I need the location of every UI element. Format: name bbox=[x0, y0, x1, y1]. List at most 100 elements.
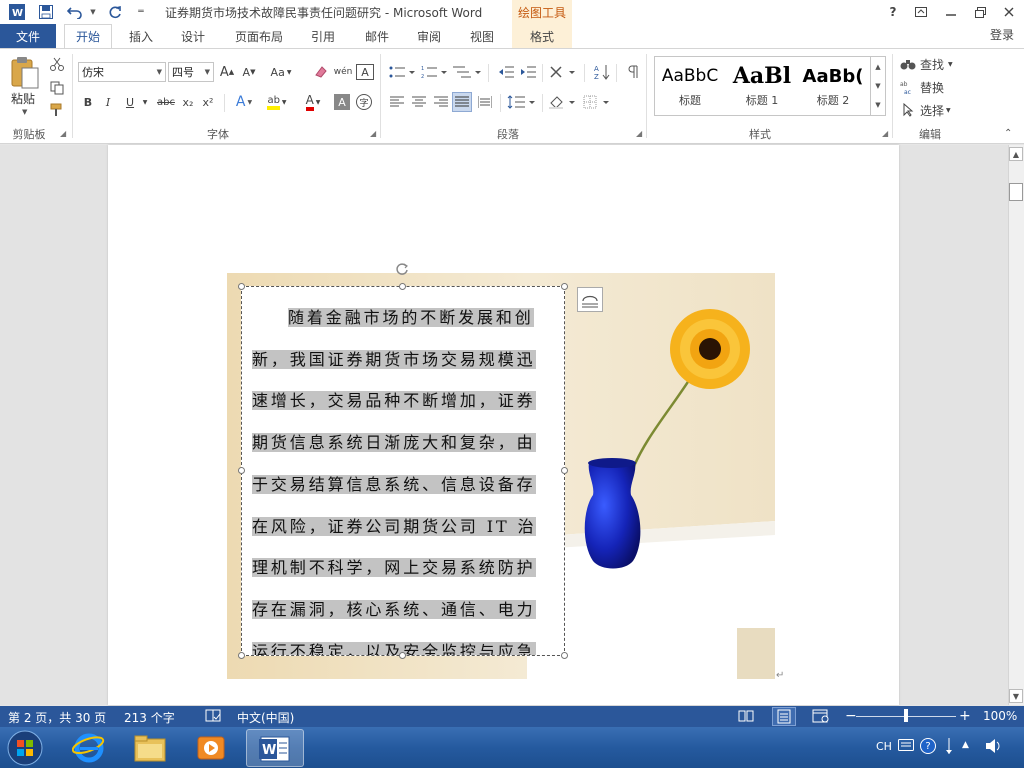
borders-icon[interactable] bbox=[582, 92, 612, 112]
tab-review[interactable]: 审阅 bbox=[408, 24, 450, 48]
paste-icon[interactable] bbox=[10, 56, 42, 90]
align-center-icon[interactable] bbox=[410, 92, 428, 112]
paste-button[interactable]: 粘贴 bbox=[11, 90, 35, 107]
bullets-icon[interactable] bbox=[388, 62, 416, 82]
keyboard-icon[interactable] bbox=[898, 739, 914, 754]
redo-icon[interactable] bbox=[106, 3, 124, 21]
zoom-in-button[interactable]: + bbox=[959, 708, 971, 724]
selected-text[interactable]: 随着金融市场的不断发展和创新，我国证券期货市场交易规模迅速增长，交易品种不断增加… bbox=[252, 308, 537, 655]
sort-icon[interactable]: AZ bbox=[592, 62, 612, 82]
find-button[interactable]: 查找 ▼ bbox=[900, 54, 962, 74]
word-app-icon[interactable]: W bbox=[8, 3, 26, 21]
ime-indicator[interactable]: CH bbox=[876, 740, 892, 753]
style-heading-2[interactable]: AaBb( 标题 2 bbox=[800, 60, 866, 112]
scroll-up-icon[interactable]: ▲ bbox=[1009, 147, 1023, 161]
resize-handle-top-right[interactable] bbox=[561, 283, 568, 290]
resize-handle-bottom-left[interactable] bbox=[238, 652, 245, 659]
scroll-down-icon[interactable]: ▼ bbox=[1009, 689, 1023, 703]
styles-scroll[interactable]: ▲ ▼ ▼ bbox=[870, 57, 885, 115]
undo-dropdown-icon[interactable]: ▼ bbox=[84, 3, 102, 21]
font-size-combo[interactable]: 四号 ▼ bbox=[168, 62, 214, 82]
text-box-content[interactable]: 随着金融市场的不断发展和创新，我国证券期货市场交易规模迅速增长，交易品种不断增加… bbox=[252, 297, 554, 655]
font-name-combo[interactable]: 仿宋 ▼ bbox=[78, 62, 166, 82]
ribbon-display-options-button[interactable] bbox=[908, 2, 934, 22]
show-hidden-icons-icon[interactable]: ▲ bbox=[962, 740, 969, 750]
justify-icon[interactable] bbox=[452, 92, 472, 112]
language-indicator[interactable]: 中文(中国) bbox=[237, 709, 294, 726]
more-styles-icon[interactable]: ▼ bbox=[875, 101, 880, 109]
proofing-icon[interactable] bbox=[205, 709, 221, 723]
vertical-scrollbar[interactable] bbox=[1008, 145, 1024, 705]
show-formatting-marks-icon[interactable] bbox=[624, 62, 642, 82]
superscript-button[interactable]: x² bbox=[200, 92, 216, 112]
tab-view[interactable]: 视图 bbox=[460, 24, 504, 48]
tab-references[interactable]: 引用 bbox=[302, 24, 344, 48]
underline-button[interactable]: U bbox=[122, 92, 138, 112]
customize-qat-icon[interactable]: ═ bbox=[132, 3, 150, 21]
minimize-button[interactable] bbox=[938, 2, 964, 22]
scroll-up-icon[interactable]: ▲ bbox=[875, 63, 880, 71]
phonetic-guide-button[interactable]: wén bbox=[334, 62, 353, 82]
collapse-ribbon-icon[interactable]: ⌃ bbox=[1004, 128, 1012, 139]
character-border-button[interactable]: A bbox=[356, 64, 374, 80]
sign-in-link[interactable]: 登录 bbox=[990, 26, 1014, 43]
tab-format[interactable]: 格式 bbox=[512, 24, 572, 48]
grow-font-button[interactable]: A ▲ bbox=[218, 62, 236, 82]
tab-home[interactable]: 开始 bbox=[64, 24, 112, 48]
italic-button[interactable]: I bbox=[100, 92, 116, 112]
highlight-color-button[interactable]: ab ▼ bbox=[262, 92, 292, 112]
cut-icon[interactable] bbox=[48, 54, 66, 74]
scroll-thumb[interactable] bbox=[1009, 183, 1023, 201]
paste-dropdown-icon[interactable]: ▼ bbox=[22, 108, 27, 116]
text-box[interactable]: 随着金融市场的不断发展和创新，我国证券期货市场交易规模迅速增长，交易品种不断增加… bbox=[241, 286, 565, 656]
read-mode-icon[interactable] bbox=[738, 709, 754, 726]
ime-options-icon[interactable] bbox=[944, 736, 954, 759]
close-button[interactable] bbox=[996, 2, 1022, 22]
word-taskbar-button[interactable]: W bbox=[246, 729, 304, 767]
internet-explorer-icon[interactable] bbox=[71, 731, 106, 765]
page-count[interactable]: 第 2 页，共 30 页 bbox=[8, 709, 106, 726]
word-count[interactable]: 213 个字 bbox=[124, 709, 175, 726]
volume-icon[interactable] bbox=[984, 738, 1002, 757]
zoom-level[interactable]: 100% bbox=[983, 709, 1017, 723]
numbering-icon[interactable]: 12 bbox=[420, 62, 448, 82]
distributed-align-icon[interactable] bbox=[476, 92, 494, 112]
media-player-icon[interactable] bbox=[194, 731, 228, 765]
increase-indent-icon[interactable] bbox=[518, 62, 538, 82]
tab-page-layout[interactable]: 页面布局 bbox=[226, 24, 292, 48]
help-button[interactable]: ? bbox=[880, 2, 906, 22]
style-title[interactable]: AaBbC 标题 bbox=[656, 60, 724, 112]
rotate-handle-icon[interactable] bbox=[395, 262, 409, 276]
paragraph-launcher-icon[interactable]: ◢ bbox=[636, 129, 642, 138]
font-color-button[interactable]: A ▼ bbox=[298, 92, 328, 112]
tab-insert[interactable]: 插入 bbox=[120, 24, 162, 48]
web-layout-icon[interactable] bbox=[812, 709, 830, 726]
change-case-button[interactable]: Aa ▼ bbox=[266, 62, 296, 82]
clipboard-launcher-icon[interactable]: ◢ bbox=[60, 129, 66, 138]
character-shading-button[interactable]: A bbox=[334, 94, 350, 110]
resize-handle-right[interactable] bbox=[561, 467, 568, 474]
align-left-icon[interactable] bbox=[388, 92, 406, 112]
select-button[interactable]: 选择 ▼ bbox=[900, 100, 962, 120]
resize-handle-left[interactable] bbox=[238, 467, 245, 474]
styles-launcher-icon[interactable]: ◢ bbox=[882, 129, 888, 138]
underline-dropdown-icon[interactable]: ▼ bbox=[140, 92, 150, 112]
restore-button[interactable] bbox=[967, 2, 993, 22]
font-launcher-icon[interactable]: ◢ bbox=[370, 129, 376, 138]
resize-handle-bottom-right[interactable] bbox=[561, 652, 568, 659]
tab-file[interactable]: 文件 bbox=[0, 24, 56, 48]
format-painter-icon[interactable] bbox=[48, 100, 66, 120]
undo-icon[interactable] bbox=[66, 3, 84, 21]
resize-handle-bottom[interactable] bbox=[399, 652, 406, 659]
scroll-down-icon[interactable]: ▼ bbox=[875, 82, 880, 90]
chinese-layout-icon[interactable] bbox=[548, 62, 578, 82]
zoom-out-button[interactable]: − bbox=[845, 708, 857, 724]
save-icon[interactable] bbox=[37, 3, 55, 21]
decrease-indent-icon[interactable] bbox=[496, 62, 516, 82]
layout-options-icon[interactable] bbox=[577, 287, 603, 312]
tab-design[interactable]: 设计 bbox=[172, 24, 214, 48]
bold-button[interactable]: B bbox=[80, 92, 96, 112]
print-layout-icon[interactable] bbox=[772, 707, 796, 726]
file-explorer-icon[interactable] bbox=[132, 731, 168, 765]
paragraph-shading-icon[interactable] bbox=[548, 92, 578, 112]
